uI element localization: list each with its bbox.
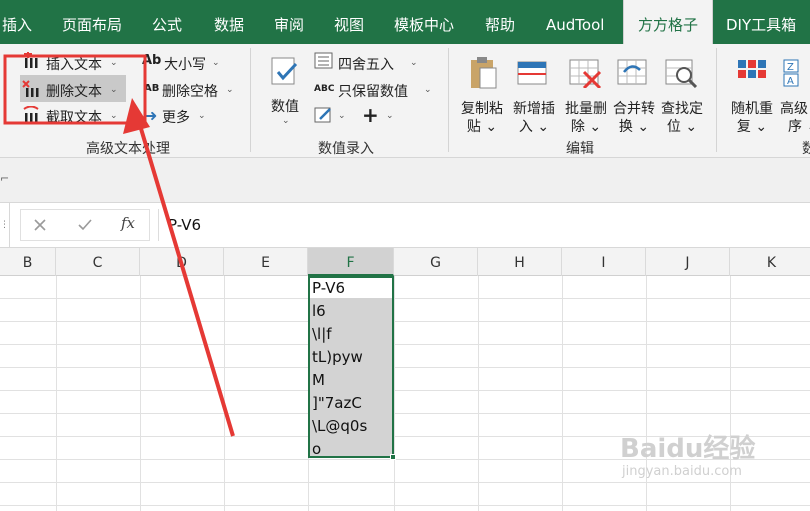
annotation-highlight-box (3, 54, 147, 125)
annotation-arrow-shaft (137, 121, 235, 437)
watermark-url: jingyan.baidu.com (622, 464, 742, 479)
watermark-brand: Baidu经验 (620, 434, 756, 464)
